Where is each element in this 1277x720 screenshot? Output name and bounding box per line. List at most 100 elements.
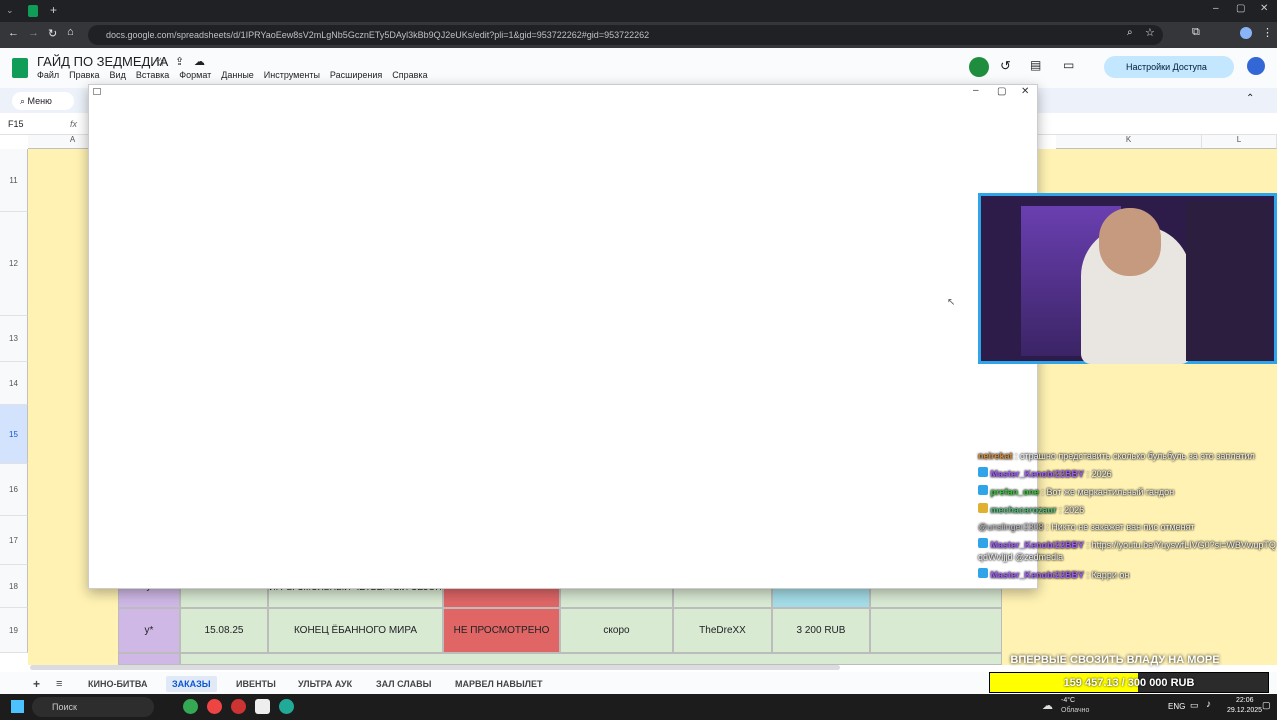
bookmark-star-icon[interactable]: ☆ <box>1145 26 1155 39</box>
chat-username: @unslinger2308 <box>978 522 1044 532</box>
row-header-15[interactable]: 15 <box>0 405 28 464</box>
taskbar-search[interactable]: Поиск <box>32 697 154 717</box>
reload-icon[interactable]: ↻ <box>48 27 57 40</box>
weather-temp: -4°C <box>1061 697 1076 704</box>
doc-title[interactable]: ГАЙД ПО ЗЕДМЕДИА <box>37 54 168 69</box>
app-icon[interactable] <box>279 699 294 714</box>
row-header-13[interactable]: 13 <box>0 316 28 362</box>
clock-date[interactable]: 29.12.2025 <box>1227 707 1262 714</box>
cloud-status-icon: ☁ <box>194 56 205 68</box>
collapse-toolbar-icon[interactable]: ⌃ <box>1246 93 1254 104</box>
menu-file[interactable]: Файл <box>37 70 59 80</box>
cell-row20-mark[interactable] <box>118 653 180 665</box>
blank-popup-window[interactable]: – ▢ ✕ ↖ <box>88 84 1038 589</box>
cell-row19-user[interactable]: TheDreXX <box>673 608 772 653</box>
menu-bar: Файл Правка Вид Вставка Формат Данные Ин… <box>37 70 428 80</box>
cell-row19-mark[interactable]: у* <box>118 608 180 653</box>
sheets-tab-icon[interactable] <box>28 5 38 17</box>
row-header-14[interactable]: 14 <box>0 362 28 405</box>
app-icon[interactable] <box>231 699 246 714</box>
tab-ultra-auk[interactable]: УЛЬТРА АУК <box>298 676 352 692</box>
tab-kino-bitva[interactable]: КИНО-БИТВА <box>88 676 147 692</box>
weather-icon[interactable]: ☁ <box>1042 699 1053 712</box>
notifications-icon[interactable]: ▢ <box>1262 700 1271 711</box>
menu-data[interactable]: Данные <box>221 70 254 80</box>
maximize-window-icon[interactable]: ▢ <box>1236 3 1245 14</box>
clock-time[interactable]: 22:06 <box>1236 697 1254 704</box>
account-avatar[interactable] <box>1247 57 1265 75</box>
row-header-18[interactable]: 18 <box>0 565 28 608</box>
col-header-l[interactable]: L <box>1202 135 1277 149</box>
name-box[interactable]: F15 <box>8 119 24 129</box>
meet-icon[interactable]: ▭ <box>1063 58 1074 72</box>
zoom-icon[interactable]: ⌕ <box>1127 27 1133 38</box>
row-header-12[interactable]: 12 <box>0 212 28 316</box>
popup-minimize-icon[interactable]: – <box>973 85 979 96</box>
browser-menu-icon[interactable]: ⋮ <box>1262 26 1273 39</box>
forward-icon[interactable]: → <box>28 27 39 39</box>
windows-start-icon[interactable] <box>11 700 24 713</box>
chat-username: Master_Kenobi22BBY <box>990 469 1085 479</box>
goal-progress-label: 159 457.13 / 300 000 RUB <box>1063 677 1195 689</box>
menu-edit[interactable]: Правка <box>69 70 99 80</box>
popup-close-icon[interactable]: ✕ <box>1021 86 1029 97</box>
chrome-icon[interactable] <box>183 699 198 714</box>
tab-marvel-navylet[interactable]: МАРВЕЛ НАВЫЛЕТ <box>455 676 542 692</box>
tab-iventy[interactable]: ИВЕНТЫ <box>236 676 276 692</box>
cell-row20-rest[interactable] <box>180 653 1002 665</box>
sheets-logo-icon[interactable] <box>12 58 28 78</box>
menu-extensions[interactable]: Расширения <box>330 70 382 80</box>
comments-icon[interactable]: ▤ <box>1030 58 1041 72</box>
profile-avatar[interactable] <box>1240 27 1252 39</box>
row-header-11[interactable]: 11 <box>0 149 28 212</box>
tab-zal-slavy[interactable]: ЗАЛ СЛАВЫ <box>376 676 431 692</box>
app-icon[interactable] <box>207 699 222 714</box>
menu-help[interactable]: Справка <box>392 70 427 80</box>
col-header-k[interactable]: K <box>1056 135 1202 149</box>
menu-insert[interactable]: Вставка <box>136 70 169 80</box>
menu-format[interactable]: Формат <box>179 70 211 80</box>
cell-row19-when[interactable]: скоро <box>560 608 673 653</box>
share-button[interactable]: Настройки Доступа <box>1104 56 1234 78</box>
search-icon: ⌕ <box>20 96 28 106</box>
new-tab-icon[interactable]: + <box>50 3 57 17</box>
cell-row19-status[interactable]: НЕ ПРОСМОТРЕНО <box>443 608 560 653</box>
row-header-17[interactable]: 17 <box>0 516 28 565</box>
back-icon[interactable]: ← <box>8 27 19 39</box>
cell-row19-amount[interactable]: 3 200 RUB <box>772 608 870 653</box>
row-header-16[interactable]: 16 <box>0 464 28 516</box>
add-sheet-icon[interactable]: + <box>33 676 40 692</box>
menu-search-button[interactable]: ⌕ Меню <box>12 92 74 110</box>
row-header-19[interactable]: 19 <box>0 608 28 653</box>
popup-maximize-icon[interactable]: ▢ <box>997 86 1006 97</box>
tab-list-icon[interactable]: ⌄ <box>6 5 16 15</box>
url-input[interactable]: docs.google.com/spreadsheets/d/1IPRYaoEe… <box>88 25 1163 45</box>
chat-message: neirekat : страшно представить сколько б… <box>978 450 1277 462</box>
chat-username: Master_Kenobi22BBY <box>990 540 1085 550</box>
chat-message: prefan_one : Вот же меркантильный гандон <box>978 485 1277 498</box>
cell-row19-date[interactable]: 15.08.25 <box>180 608 268 653</box>
all-sheets-icon[interactable]: ≡ <box>56 676 62 692</box>
collaborator-avatar[interactable] <box>969 57 989 77</box>
weather-desc: Облачно <box>1061 707 1090 714</box>
star-icon[interactable]: ☆ <box>155 55 166 69</box>
language-indicator[interactable]: ENG <box>1168 702 1185 711</box>
close-window-icon[interactable]: ✕ <box>1260 3 1268 14</box>
history-icon[interactable]: ↺ <box>1000 58 1011 74</box>
menu-view[interactable]: Вид <box>110 70 126 80</box>
webcam-face <box>1099 208 1161 276</box>
goal-progress-bar: 159 457.13 / 300 000 RUB <box>989 672 1269 693</box>
extensions-icon[interactable]: ⧉ <box>1192 26 1200 39</box>
volume-icon[interactable]: ♪ <box>1206 699 1211 710</box>
move-folder-icon[interactable]: ⇪ <box>175 55 184 68</box>
app-icon[interactable] <box>255 699 270 714</box>
chat-message: Master_Kenobi22BBY : https://youtu.be/Yu… <box>978 538 1277 563</box>
tab-zakazy[interactable]: ЗАКАЗЫ <box>166 676 217 692</box>
minimize-window-icon[interactable]: – <box>1213 3 1219 14</box>
home-icon[interactable]: ⌂ <box>67 26 74 38</box>
horizontal-scrollbar[interactable] <box>30 665 840 670</box>
cell-row19-title[interactable]: КОНЕЦ ЁБАННОГО МИРА <box>268 608 443 653</box>
chat-message: mechacarozaur : 2026 <box>978 503 1277 516</box>
network-icon[interactable]: ▭ <box>1190 700 1199 711</box>
menu-tools[interactable]: Инструменты <box>264 70 320 80</box>
